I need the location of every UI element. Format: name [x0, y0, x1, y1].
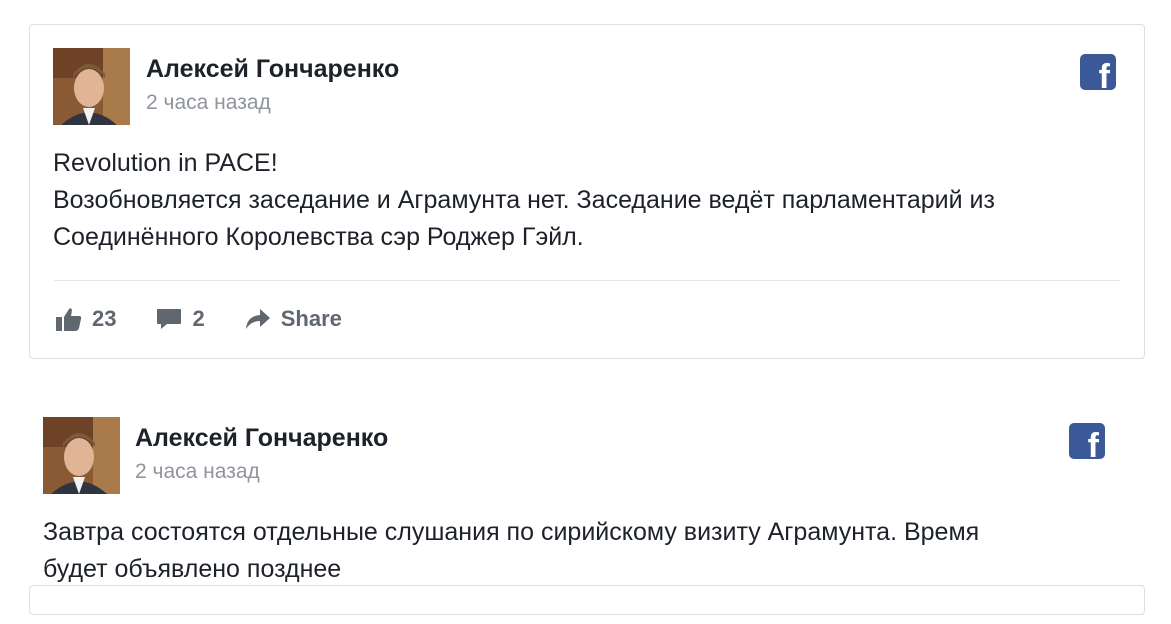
author-name[interactable]: Алексей Гончаренко	[135, 424, 388, 453]
post-text-line: будет объявлено позднее	[43, 555, 342, 583]
like-button[interactable]: 23	[56, 306, 116, 332]
facebook-icon[interactable]: f	[1080, 54, 1116, 90]
post-text: Revolution in PACE! Возобновляется засед…	[53, 145, 995, 256]
post-text-line: Возобновляется заседание и Аграмунта нет…	[53, 186, 995, 214]
share-icon	[245, 309, 270, 329]
like-icon	[56, 308, 82, 331]
author-name[interactable]: Алексей Гончаренко	[146, 55, 399, 84]
post-text-line: Завтра состоятся отдельные слушания по с…	[43, 518, 980, 546]
post-text: Завтра состоятся отдельные слушания по с…	[43, 514, 979, 588]
post-timestamp[interactable]: 2 часа назад	[135, 460, 260, 484]
divider	[54, 280, 1120, 281]
post-actions: 23 2 Share	[56, 306, 382, 332]
post-timestamp[interactable]: 2 часа назад	[146, 91, 271, 115]
post-card-border	[29, 585, 1145, 615]
avatar[interactable]	[53, 48, 130, 125]
post-card: Алексей Гончаренко 2 часа назад f Revolu…	[29, 24, 1145, 359]
comment-button[interactable]: 2	[156, 306, 205, 332]
comment-icon	[157, 309, 182, 329]
post-text-line: Соединённого Королевства сэр Роджер Гэйл…	[53, 223, 584, 251]
avatar[interactable]	[43, 417, 120, 494]
comment-count: 2	[192, 306, 205, 331]
facebook-icon[interactable]: f	[1069, 423, 1105, 459]
post-text-line: Revolution in PACE!	[53, 149, 278, 177]
share-button[interactable]: Share	[245, 306, 342, 332]
like-count: 23	[92, 306, 117, 331]
share-label: Share	[280, 306, 342, 331]
